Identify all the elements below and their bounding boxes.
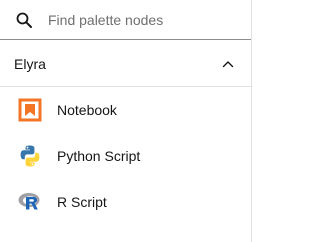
python-icon bbox=[20, 145, 40, 167]
palette-node-r-script[interactable]: R Script bbox=[0, 179, 251, 225]
palette-node-notebook[interactable]: Notebook bbox=[0, 87, 251, 133]
palette-search-bar bbox=[0, 0, 251, 40]
chevron-up-icon[interactable] bbox=[222, 58, 234, 70]
category-title: Elyra bbox=[14, 56, 46, 72]
search-icon bbox=[16, 12, 32, 28]
palette-node-python-script[interactable]: Python Script bbox=[0, 133, 251, 179]
category-header-elyra[interactable]: Elyra bbox=[0, 41, 251, 87]
node-label: Python Script bbox=[57, 148, 141, 164]
search-input[interactable] bbox=[48, 6, 238, 34]
node-label: R Script bbox=[57, 194, 107, 210]
node-palette: Elyra Notebook Python Script R Script bbox=[0, 0, 252, 242]
notebook-icon bbox=[18, 98, 42, 122]
node-label: Notebook bbox=[57, 102, 117, 118]
r-script-icon bbox=[18, 193, 40, 210]
